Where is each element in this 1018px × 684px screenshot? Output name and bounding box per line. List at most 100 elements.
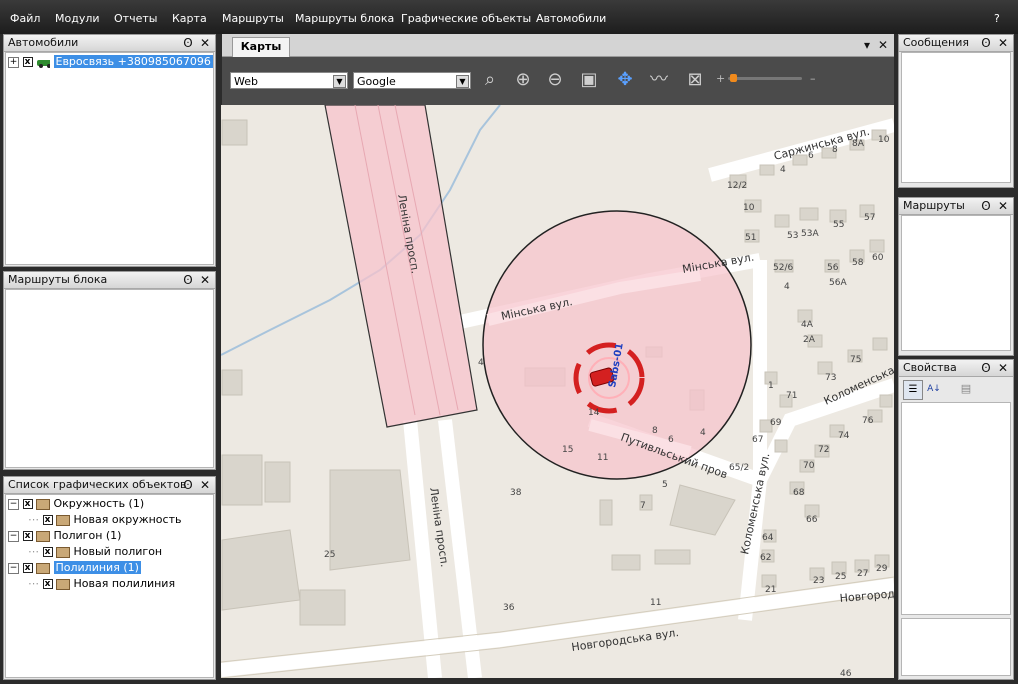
menu-block-routes[interactable]: Маршруты блока (295, 12, 394, 25)
house-number: 25 (835, 572, 846, 582)
house-number: 74 (838, 431, 850, 441)
menu-graphic-objects[interactable]: Графические объекты (401, 12, 531, 25)
polyline-child-checkbox[interactable]: x (42, 579, 53, 589)
house-number: 4А (801, 320, 814, 330)
collapse-icon[interactable]: − (8, 530, 19, 542)
expand-icon[interactable]: + (8, 56, 19, 68)
map-toolbar: Web ▼ Google ▼ ⌕ ⊕ ⊖ ▣ ✥ 〰 ⊠ + – (222, 57, 894, 105)
house-number: 69 (770, 418, 782, 428)
chevron-down-icon[interactable]: ▼ (333, 75, 346, 88)
sort-alpha-icon[interactable]: A↓ (925, 380, 943, 398)
house-number: 8А (852, 139, 865, 149)
select-area-icon[interactable]: ▣ (576, 67, 602, 97)
zoom-slider[interactable] (728, 74, 802, 82)
tab-maps[interactable]: Карты (232, 37, 290, 57)
house-number: 11 (650, 598, 661, 608)
house-number: 65/2 (729, 463, 749, 473)
tree-row-polyline[interactable]: − x Полилиния (1) (8, 561, 141, 577)
vehicle-checkbox[interactable]: x (22, 57, 33, 67)
menu-reports[interactable]: Отчеты (114, 12, 157, 25)
chevron-down-icon[interactable]: ▼ (456, 75, 469, 88)
vehicle-label[interactable]: Евросвязь +380985067096 (53, 55, 213, 68)
zoom-in-icon[interactable]: ⊕ (510, 67, 536, 97)
menu-map[interactable]: Карта (172, 12, 207, 25)
map-svg[interactable]: Sabs-01 Леніна просп. Леніна просп. Мінс… (221, 105, 894, 678)
pin-icon[interactable]: ʘ (181, 35, 195, 51)
polygon-checkbox[interactable]: x (22, 531, 33, 541)
measure-icon[interactable]: 〰 (646, 67, 672, 97)
folder-icon (36, 498, 50, 510)
house-number: 52/6 (773, 263, 793, 273)
circle-group-label[interactable]: Окружность (1) (54, 497, 145, 510)
close-icon[interactable]: ✕ (996, 198, 1010, 214)
pin-icon[interactable]: ʘ (181, 477, 195, 493)
circle-child-checkbox[interactable]: x (42, 515, 53, 525)
house-number: 56 (827, 263, 839, 273)
close-icon[interactable]: ✕ (198, 272, 212, 288)
tree-row-polyline-child[interactable]: ⋯ x Новая полилиния (28, 577, 175, 593)
clear-icon[interactable]: ⊠ (682, 67, 708, 97)
house-number: 71 (786, 391, 797, 401)
map-provider-value: Google (357, 75, 396, 88)
polyline-child-label[interactable]: Новая полилиния (74, 577, 176, 590)
close-icon[interactable]: ✕ (996, 360, 1010, 376)
house-number: 73 (825, 373, 836, 383)
zoom-area-icon[interactable]: ⌕ (477, 67, 503, 97)
house-number: 1 (768, 381, 774, 391)
vehicles-panel: Автомобили ʘ ✕ + x Евросвязь +3809850670… (3, 34, 216, 267)
zoom-out-icon[interactable]: ⊖ (542, 67, 568, 97)
menu-modules[interactable]: Модули (55, 12, 100, 25)
close-icon[interactable]: ✕ (198, 35, 212, 51)
menu-help[interactable]: ? (994, 12, 1000, 25)
menu-file[interactable]: Файл (10, 12, 40, 25)
house-number: 27 (857, 569, 868, 579)
vehicle-row[interactable]: + x Евросвязь +380985067096 (8, 55, 213, 71)
polygon-group-label[interactable]: Полигон (1) (54, 529, 122, 542)
collapse-icon[interactable]: − (8, 498, 19, 510)
tree-row-polygon[interactable]: − x Полигон (1) (8, 529, 121, 545)
polyline-group-label[interactable]: Полилиния (1) (53, 561, 141, 574)
menu-vehicles[interactable]: Автомобили (536, 12, 606, 25)
polyline-checkbox[interactable]: x (22, 563, 33, 573)
menu-routes[interactable]: Маршруты (222, 12, 284, 25)
circle-checkbox[interactable]: x (22, 499, 33, 509)
dropdown-icon[interactable]: ▾ (860, 37, 874, 53)
house-number: 70 (803, 461, 815, 471)
polygon-child-label[interactable]: Новый полигон (74, 545, 163, 558)
messages-title: Сообщения (903, 36, 970, 49)
close-icon[interactable]: ✕ (198, 477, 212, 493)
pin-icon[interactable]: ʘ (181, 272, 195, 288)
tree-row-circle-child[interactable]: ⋯ x Новая окружность (28, 513, 181, 529)
house-number: 72 (818, 445, 829, 455)
close-icon[interactable]: ✕ (876, 37, 890, 53)
house-number: 8 (832, 145, 838, 155)
house-number: 15 (562, 445, 573, 455)
tree-row-circle[interactable]: − x Окружность (1) (8, 497, 144, 513)
house-number: 68 (793, 488, 805, 498)
map-canvas[interactable]: Sabs-01 Леніна просп. Леніна просп. Мінс… (221, 105, 894, 678)
map-type-select[interactable]: Web ▼ (230, 72, 348, 89)
messages-panel: Сообщения ʘ ✕ (898, 34, 1014, 188)
tree-row-polygon-child[interactable]: ⋯ x Новый полигон (28, 545, 162, 561)
close-icon[interactable]: ✕ (996, 35, 1010, 51)
zoom-slider-thumb[interactable] (730, 74, 737, 82)
property-pages-icon[interactable]: ▤ (957, 380, 975, 398)
house-number: 75 (850, 355, 861, 365)
house-number: 10 (743, 203, 755, 213)
collapse-icon[interactable]: − (8, 562, 19, 574)
pin-icon[interactable]: ʘ (979, 35, 993, 51)
circle-child-label[interactable]: Новая окружность (74, 513, 182, 526)
pin-icon[interactable]: ʘ (979, 198, 993, 214)
map-provider-select[interactable]: Google ▼ (353, 72, 471, 89)
house-number: 11 (597, 453, 608, 463)
pin-icon[interactable]: ʘ (979, 360, 993, 376)
house-number: 38 (510, 488, 522, 498)
vehicles-panel-header: Автомобили ʘ ✕ (4, 35, 215, 52)
categorized-icon[interactable]: ☰ (903, 380, 923, 400)
pan-icon[interactable]: ✥ (612, 67, 638, 97)
house-number: 57 (864, 213, 875, 223)
polygon-child-checkbox[interactable]: x (42, 547, 53, 557)
object-icon (56, 578, 70, 590)
house-number: 58 (852, 258, 864, 268)
messages-list (901, 52, 1011, 183)
